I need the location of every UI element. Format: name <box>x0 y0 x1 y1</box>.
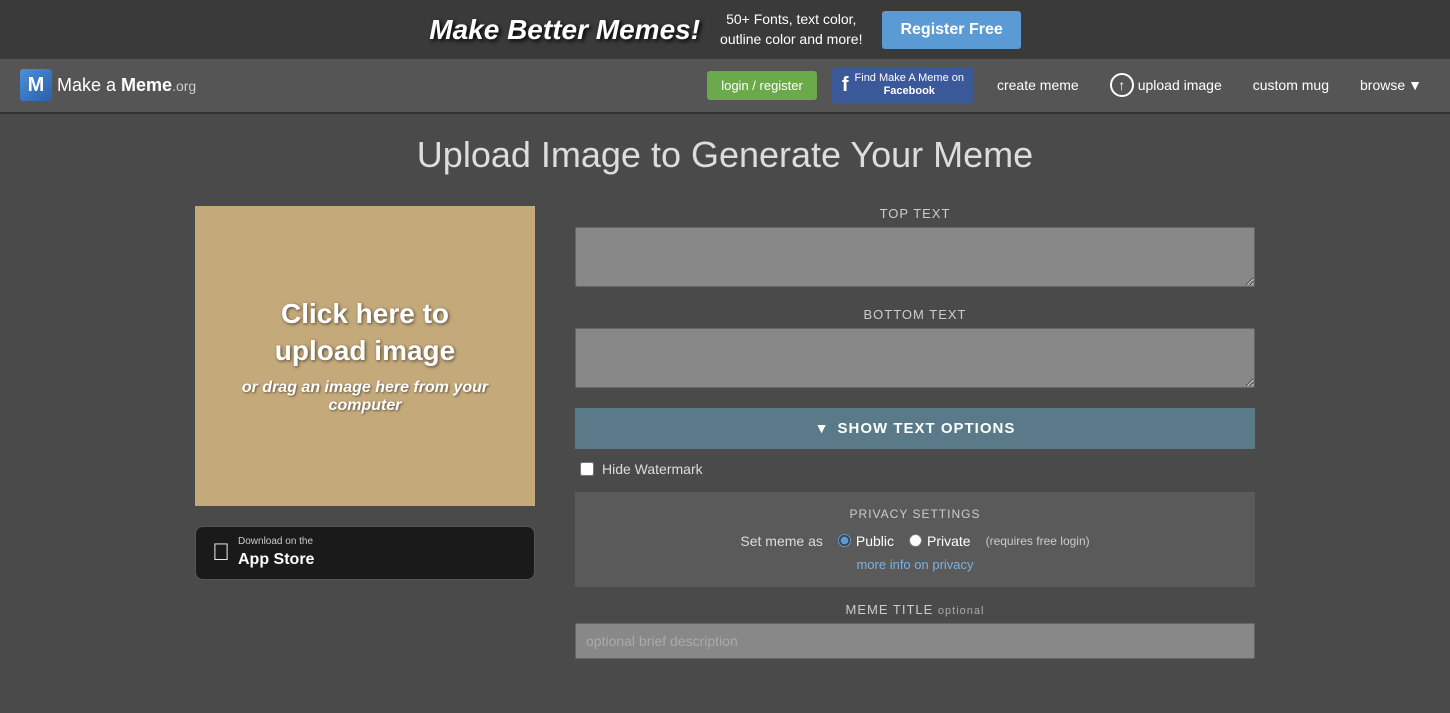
fb-find: Find Make A Meme on <box>855 72 964 84</box>
facebook-icon: f <box>842 74 849 97</box>
meme-title-label: MEME TITLE optional <box>575 602 1255 617</box>
top-banner: Make Better Memes! 50+ Fonts, text color… <box>0 0 1450 59</box>
page-title: Upload Image to Generate Your Meme <box>195 134 1255 176</box>
public-radio[interactable] <box>838 534 851 547</box>
main-content: Upload Image to Generate Your Meme Click… <box>175 114 1275 679</box>
meme-title-text: MEME TITLE <box>846 602 934 617</box>
app-store-name: App Store <box>238 549 314 571</box>
optional-text: optional <box>938 605 985 617</box>
privacy-info-link[interactable]: more info on privacy <box>595 557 1235 572</box>
browse-chevron-icon: ▼ <box>1408 77 1422 93</box>
banner-subtitle: 50+ Fonts, text color,outline color and … <box>720 10 862 49</box>
logo-meme: Meme <box>121 75 172 95</box>
set-meme-as-label: Set meme as <box>740 533 822 549</box>
private-option[interactable]: Private <box>909 533 971 549</box>
fb-name: Facebook <box>884 85 935 97</box>
upload-sub-text: or drag an image here from your computer <box>215 379 515 415</box>
app-store-text: Download on the App Store <box>238 535 314 571</box>
logo-text: Make a Meme.org <box>57 75 196 96</box>
facebook-button[interactable]: f Find Make A Meme on Facebook <box>832 67 974 103</box>
facebook-text: Find Make A Meme on Facebook <box>855 72 964 98</box>
meme-title-input[interactable] <box>575 623 1255 659</box>
privacy-title: PRIVACY SETTINGS <box>595 507 1235 521</box>
watermark-label: Hide Watermark <box>602 461 703 477</box>
hide-watermark-checkbox[interactable] <box>580 462 594 476</box>
private-label: Private <box>927 533 971 549</box>
navbar: M Make a Meme.org login / register f Fin… <box>0 59 1450 113</box>
download-on-text: Download on the <box>238 535 314 549</box>
bottom-text-label: BOTTOM TEXT <box>575 307 1255 322</box>
chevron-down-icon: ▼ <box>815 420 830 436</box>
upload-main-text: Click here toupload image <box>275 296 455 369</box>
upload-icon: ↑ <box>1110 73 1134 97</box>
create-meme-link[interactable]: create meme <box>989 72 1087 98</box>
custom-mug-link[interactable]: custom mug <box>1245 72 1337 98</box>
upload-box[interactable]: Click here toupload image or drag an ima… <box>195 206 535 506</box>
upload-area: Click here toupload image or drag an ima… <box>195 206 535 580</box>
controls-area: TOP TEXT BOTTOM TEXT ▼ SHOW TEXT OPTIONS… <box>575 206 1255 659</box>
app-store-button[interactable]:  Download on the App Store <box>195 526 535 580</box>
requires-login-text: (requires free login) <box>986 534 1090 548</box>
browse-link[interactable]: browse ▼ <box>1352 72 1430 98</box>
top-text-field-group: TOP TEXT <box>575 206 1255 307</box>
watermark-row: Hide Watermark <box>575 461 1255 477</box>
upload-label: upload image <box>1138 77 1222 93</box>
top-text-label: TOP TEXT <box>575 206 1255 221</box>
public-label: Public <box>856 533 894 549</box>
bottom-text-field-group: BOTTOM TEXT <box>575 307 1255 408</box>
top-text-input[interactable] <box>575 227 1255 287</box>
logo-make: Make a <box>57 75 121 95</box>
logo-icon: M <box>20 69 52 101</box>
bottom-text-input[interactable] <box>575 328 1255 388</box>
private-radio[interactable] <box>909 534 922 547</box>
meme-builder: Click here toupload image or drag an ima… <box>195 206 1255 659</box>
register-button[interactable]: Register Free <box>882 11 1020 49</box>
logo-org: .org <box>172 78 196 94</box>
upload-image-link[interactable]: ↑ upload image <box>1102 68 1230 102</box>
login-register-button[interactable]: login / register <box>707 71 817 100</box>
privacy-box: PRIVACY SETTINGS Set meme as Public Priv… <box>575 492 1255 587</box>
public-option[interactable]: Public <box>838 533 894 549</box>
privacy-options: Set meme as Public Private (requires fre… <box>595 533 1235 549</box>
show-text-options-button[interactable]: ▼ SHOW TEXT OPTIONS <box>575 408 1255 449</box>
logo-area: M Make a Meme.org <box>20 69 196 101</box>
banner-title: Make Better Memes! <box>429 14 700 46</box>
meme-title-section: MEME TITLE optional <box>575 602 1255 659</box>
show-text-options-label: SHOW TEXT OPTIONS <box>838 420 1016 437</box>
browse-label: browse <box>1360 77 1405 93</box>
apple-icon:  <box>212 539 230 567</box>
